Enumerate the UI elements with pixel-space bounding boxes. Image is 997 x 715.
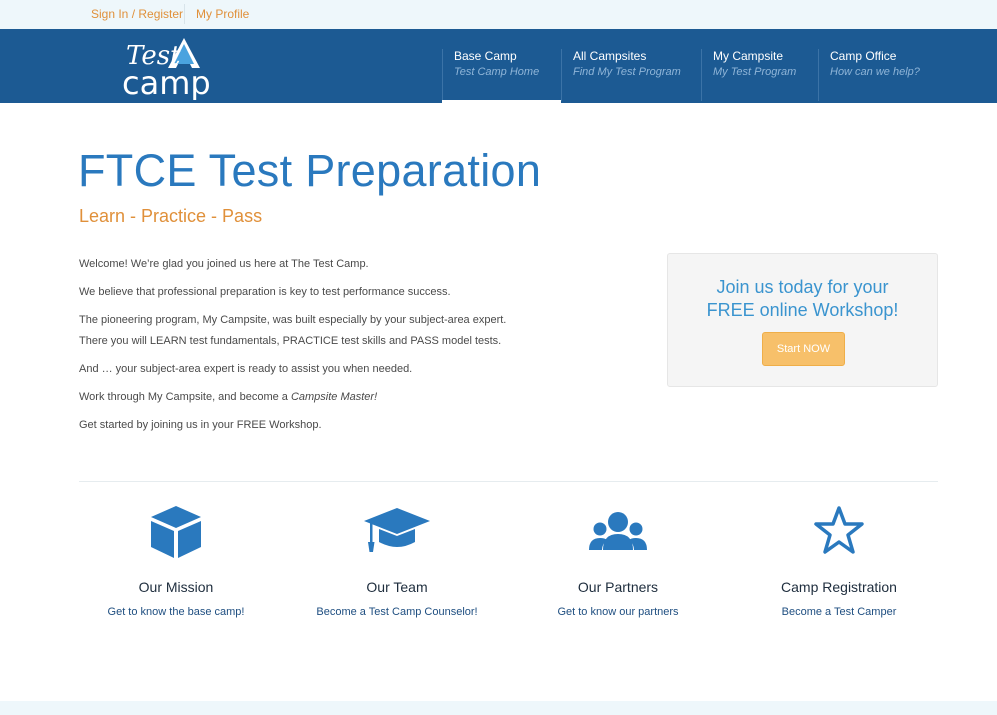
feature-link[interactable]: Become a Test Camper xyxy=(739,606,939,618)
feature-our-partners: Our Partners Get to know our partners xyxy=(518,502,718,618)
intro-paragraph: We believe that professional preparation… xyxy=(79,286,451,298)
graduation-cap-icon xyxy=(364,508,430,552)
workshop-promo-box: Join us today for your FREE online Works… xyxy=(667,253,938,387)
feature-title: Our Partners xyxy=(577,579,659,595)
nav-base-camp-title: Base Camp xyxy=(454,49,517,63)
feature-title: Camp Registration xyxy=(781,579,897,595)
footer-strip xyxy=(0,701,997,715)
star-icon xyxy=(814,506,864,554)
feature-link[interactable]: Get to know the base camp! xyxy=(76,606,276,618)
logo-text-camp: camp xyxy=(122,64,211,100)
feature-link[interactable]: Get to know our partners xyxy=(518,606,718,618)
group-icon xyxy=(589,512,647,550)
feature-title: Our Team xyxy=(366,579,428,595)
promo-line-1: Join us today for your xyxy=(716,277,889,297)
campsite-master-emphasis: Campsite Master! xyxy=(290,391,378,403)
intro-paragraph: Work through My Campsite, and become a C… xyxy=(79,391,377,403)
intro-paragraph: The pioneering program, My Campsite, was… xyxy=(79,314,507,326)
page-title: FTCE Test Preparation xyxy=(78,145,542,196)
nav-my-campsite[interactable]: My Campsite My Test Program xyxy=(701,49,796,101)
feature-title: Our Mission xyxy=(138,579,214,595)
main-navbar: Test camp Base Camp Test Camp Home All C… xyxy=(0,29,997,103)
topbar-divider xyxy=(184,4,185,24)
nav-base-camp[interactable]: Base Camp Test Camp Home xyxy=(442,49,539,101)
nav-camp-office-subtitle: How can we help? xyxy=(830,66,920,78)
top-utility-bar: Sign In / Register My Profile xyxy=(0,0,997,29)
page-tagline: Learn - Practice - Pass xyxy=(79,206,263,226)
nav-my-campsite-subtitle: My Test Program xyxy=(713,66,797,78)
feature-our-team: Our Team Become a Test Camp Counselor! xyxy=(297,502,497,618)
nav-my-campsite-title: My Campsite xyxy=(713,49,784,63)
nav-all-campsites[interactable]: All Campsites Find My Test Program xyxy=(561,49,681,101)
nav-all-campsites-title: All Campsites xyxy=(573,49,647,63)
feature-our-mission: Our Mission Get to know the base camp! xyxy=(76,502,276,618)
nav-active-indicator xyxy=(442,100,561,104)
feature-camp-registration: Camp Registration Become a Test Camper xyxy=(739,502,939,618)
intro-paragraph: And … your subject-area expert is ready … xyxy=(79,363,413,375)
intro-paragraph: Get started by joining us in your FREE W… xyxy=(79,419,322,431)
cube-icon xyxy=(151,506,201,558)
start-now-button[interactable]: Start NOW xyxy=(762,332,845,366)
section-divider xyxy=(79,481,938,482)
test-camp-logo[interactable]: Test camp xyxy=(118,34,238,100)
intro-paragraph: There you will LEARN test fundamentals, … xyxy=(79,335,502,347)
promo-heading: Join us today for your FREE online Works… xyxy=(668,276,937,322)
nav-camp-office-title: Camp Office xyxy=(830,49,897,63)
sign-in-register-link[interactable]: Sign In / Register xyxy=(91,7,183,21)
nav-camp-office[interactable]: Camp Office How can we help? xyxy=(818,49,920,101)
nav-all-campsites-subtitle: Find My Test Program xyxy=(573,66,681,78)
nav-base-camp-subtitle: Test Camp Home xyxy=(454,66,540,78)
my-profile-link[interactable]: My Profile xyxy=(196,7,249,21)
intro-paragraph: Welcome! We’re glad you joined us here a… xyxy=(79,258,369,270)
promo-line-2: FREE online Workshop! xyxy=(706,300,899,320)
intro-paragraph-text: Work through My Campsite, and become a xyxy=(79,391,291,403)
feature-link[interactable]: Become a Test Camp Counselor! xyxy=(297,606,497,618)
